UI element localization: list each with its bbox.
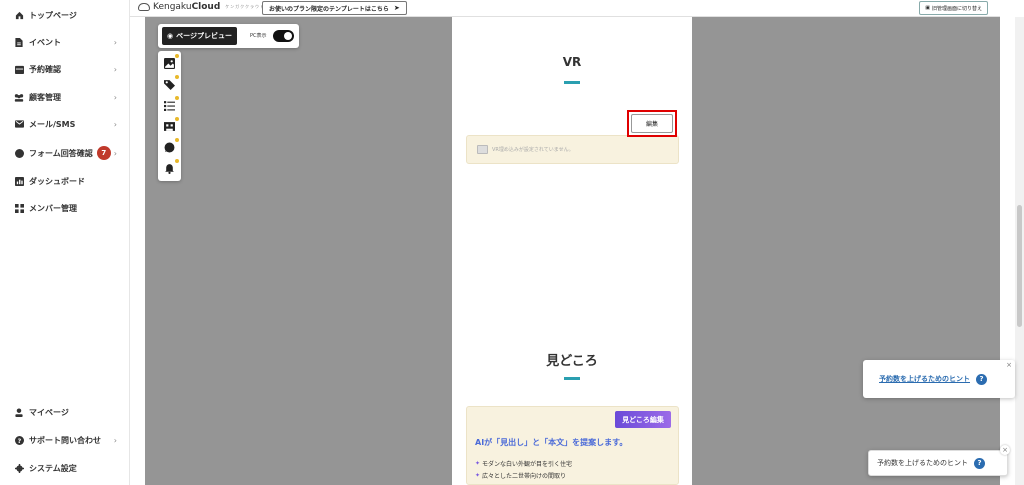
chevron-right-icon: ›	[113, 37, 117, 47]
ai-example-item: ✦ モダンな白い外観が目を引く住宅	[475, 459, 572, 468]
sidebar-item-label: トップページ	[29, 10, 77, 20]
sidebar: トップページ イベント › 予約確認 › 顧客管理 › メール/SMS › フォ…	[0, 0, 130, 485]
status-dot	[175, 75, 179, 79]
status-dot	[175, 159, 179, 163]
pc-view-toggle[interactable]	[273, 30, 294, 42]
plan-templates-button[interactable]: お使いのプラン限定のテンプレートはこちら ➤	[262, 1, 407, 15]
vr-empty-notice: VR埋め込みが設定されていません。	[466, 135, 679, 164]
top-bar: Kengaku Cloud ケンガククラウド お使いのプラン限定のテンプレートはこ…	[130, 0, 1000, 17]
sidebar-item-members[interactable]: メンバー管理	[14, 199, 117, 217]
sparkle-icon: ✦	[475, 460, 481, 467]
sidebar-item-dashboard[interactable]: ダッシュボード	[14, 172, 117, 190]
help-icon: ?	[14, 435, 24, 445]
chat-icon	[14, 148, 24, 158]
cloud-logo-icon	[138, 3, 150, 11]
chevron-right-icon: ›	[113, 119, 117, 129]
gear-icon	[14, 463, 24, 473]
logo-text-bold: Cloud	[191, 2, 221, 12]
ai-suggestion-headline: AIが「見出し」と「本文」を提案します。	[475, 438, 628, 447]
sidebar-item-reservations[interactable]: 予約確認 ›	[14, 60, 117, 78]
highlights-section-title: 見どころ	[546, 354, 598, 369]
preview-icon: ◉	[167, 32, 174, 40]
sidebar-item-system-settings[interactable]: システム設定	[14, 459, 117, 477]
vr-section-title: VR	[562, 55, 582, 69]
chevron-right-icon: ›	[113, 148, 117, 158]
ai-example-text: モダンな白い外観が目を引く住宅	[482, 461, 573, 468]
notification-badge: 7	[96, 146, 111, 160]
document-icon	[14, 37, 24, 47]
ai-example-item: ✦ 広々とした二世帯向けの間取り	[475, 471, 566, 480]
highlights-edit-button[interactable]: 見どころ編集	[615, 411, 671, 428]
sidebar-item-label: ダッシュボード	[29, 176, 85, 186]
plan-templates-label: お使いのプラン限定のテンプレートはこちら	[269, 5, 389, 13]
brand-logo[interactable]: Kengaku Cloud ケンガククラウド	[138, 2, 265, 12]
logo-text-light: Kengaku	[153, 2, 192, 12]
vr-empty-text: VR埋め込みが設定されていません。	[492, 147, 574, 153]
page-preview-label: ページプレビュー	[176, 32, 232, 40]
sidebar-item-form-responses[interactable]: フォーム回答確認 7 ›	[14, 144, 117, 162]
sidebar-item-label: マイページ	[29, 407, 69, 417]
chevron-right-icon: ›	[113, 92, 117, 102]
hint-button[interactable]: 予約数を上げるためのヒント ? ×	[868, 445, 1010, 476]
switch-old-admin-button[interactable]: ▣ 旧管理画面に切り替え	[919, 1, 988, 15]
chat-bubble-icon[interactable]	[163, 138, 179, 153]
sidebar-item-label: サポート問い合わせ	[29, 435, 101, 445]
section-icon-rail	[158, 51, 181, 181]
switch-old-admin-label: 旧管理画面に切り替え	[931, 5, 982, 12]
status-dot	[175, 96, 179, 100]
scrollbar-thumb[interactable]	[1017, 205, 1022, 327]
image-edit-icon[interactable]	[163, 54, 179, 69]
status-dot	[175, 54, 179, 58]
close-icon[interactable]: ×	[1000, 445, 1010, 455]
highlight-box	[627, 110, 677, 137]
hint-button-label: 予約数を上げるためのヒント	[877, 459, 968, 467]
mail-icon	[14, 119, 24, 129]
page-preview-button[interactable]: ◉ ページプレビュー	[162, 27, 237, 45]
ai-example-text: 広々とした二世帯向けの間取り	[482, 473, 567, 480]
image-placeholder-icon	[477, 145, 488, 154]
sidebar-item-label: フォーム回答確認	[29, 148, 93, 158]
checklist-icon[interactable]	[163, 96, 179, 111]
pointer-cursor-icon: ➤	[393, 4, 400, 12]
tag-icon[interactable]	[163, 75, 179, 90]
title-accent-bar	[564, 377, 580, 380]
calendar-icon	[14, 64, 24, 74]
help-icon[interactable]: ?	[976, 373, 987, 385]
pc-view-label: PC表示	[250, 33, 267, 39]
person-icon	[14, 407, 24, 417]
sidebar-item-events[interactable]: イベント ›	[14, 33, 117, 51]
sidebar-item-label: 予約確認	[29, 64, 61, 74]
sparkle-icon: ✦	[475, 472, 481, 479]
sidebar-item-mail[interactable]: メール/SMS ›	[14, 115, 117, 133]
home-icon	[14, 10, 24, 20]
chevron-right-icon: ›	[113, 435, 117, 445]
sidebar-item-label: メール/SMS	[29, 119, 76, 129]
sidebar-item-mypage[interactable]: マイページ	[14, 403, 117, 421]
sidebar-item-customers[interactable]: 顧客管理 ›	[14, 88, 117, 106]
sidebar-item-top[interactable]: トップページ	[14, 6, 117, 24]
chevron-right-icon: ›	[113, 64, 117, 74]
users-icon	[14, 92, 24, 102]
close-icon[interactable]: ×	[1006, 361, 1012, 369]
sidebar-item-label: メンバー管理	[29, 203, 77, 213]
preview-toolbar: ◉ ページプレビュー PC表示	[158, 24, 299, 48]
sidebar-item-label: システム設定	[29, 463, 77, 473]
help-icon: ?	[974, 457, 985, 469]
sidebar-item-label: 顧客管理	[29, 92, 61, 102]
sidebar-item-label: イベント	[29, 37, 61, 47]
floorplan-icon[interactable]	[163, 117, 179, 132]
title-accent-bar	[564, 81, 580, 84]
booking-hint-link[interactable]: 予約数を上げるためのヒント	[879, 374, 970, 384]
sidebar-item-support[interactable]: ? サポート問い合わせ ›	[14, 431, 117, 449]
status-dot	[175, 117, 179, 121]
vertical-scrollbar[interactable]	[1015, 17, 1024, 485]
hint-card: 予約数を上げるためのヒント ? ×	[863, 360, 1015, 398]
switch-icon: ▣	[925, 5, 930, 11]
chart-icon	[14, 176, 24, 186]
bell-icon[interactable]	[163, 159, 179, 174]
svg-text:?: ?	[17, 438, 21, 445]
grid-icon	[14, 203, 24, 213]
logo-subtitle: ケンガククラウド	[225, 4, 266, 9]
status-dot	[175, 138, 179, 142]
